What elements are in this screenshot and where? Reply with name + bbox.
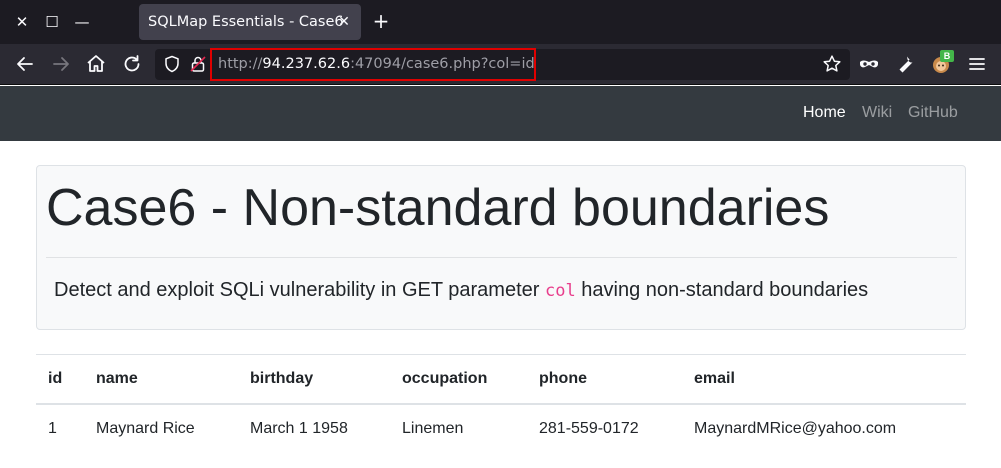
nav-link-wiki[interactable]: Wiki (862, 104, 892, 122)
forward-arrow-icon[interactable] (49, 52, 73, 76)
browser-toolbar: http://94.237.62.6:47094/case6.php?col=i… (0, 44, 1001, 85)
new-tab-icon[interactable]: + (369, 10, 393, 34)
url-scheme: http:// (218, 56, 263, 72)
cell-email: MaynardMRice@yahoo.com (694, 420, 897, 437)
page-description: Detect and exploit SQLi vulnerability in… (54, 279, 868, 302)
column-header-id: id (48, 370, 63, 387)
tab-close-icon[interactable]: ✕ (333, 11, 355, 33)
column-header-phone: phone (539, 370, 587, 387)
url-text[interactable]: http://94.237.62.6:47094/case6.php?col=i… (218, 56, 535, 72)
hamburger-menu-icon[interactable] (965, 52, 989, 76)
private-mask-icon[interactable] (857, 52, 881, 76)
divider (46, 257, 957, 258)
cell-birthday: March 1 1958 (250, 420, 348, 437)
url-path: :47094/case6.php?col=id (350, 56, 535, 72)
maximize-window-icon[interactable]: ☐ (40, 10, 64, 34)
extension-badge: B (940, 50, 954, 62)
jumbotron: Case6 - Non-standard boundaries Detect a… (36, 165, 966, 330)
nav-link-github[interactable]: GitHub (908, 104, 958, 122)
site-navbar: Home Wiki GitHub (0, 86, 1001, 141)
page-title: Case6 - Non-standard boundaries (46, 179, 830, 237)
tab-title: SQLMap Essentials - Case6 (148, 14, 344, 30)
tab-strip: ✕ ☐ — SQLMap Essentials - Case6 ✕ + (0, 0, 1001, 44)
reload-icon[interactable] (120, 52, 144, 76)
table-header-border (36, 403, 966, 405)
close-window-icon[interactable]: ✕ (10, 10, 34, 34)
table-top-border (36, 354, 966, 355)
cell-phone: 281-559-0172 (539, 420, 639, 437)
insecure-lock-icon[interactable] (189, 55, 207, 73)
description-text-start: Detect and exploit SQLi vulnerability in… (54, 279, 545, 301)
minimize-window-icon[interactable]: — (70, 10, 94, 34)
column-header-birthday: birthday (250, 370, 314, 387)
url-host: 94.237.62.6 (262, 56, 351, 72)
parameter-code: col (544, 281, 576, 301)
wrench-icon[interactable] (893, 52, 917, 76)
active-tab[interactable]: SQLMap Essentials - Case6 ✕ (139, 4, 361, 40)
column-header-email: email (694, 370, 735, 387)
cell-id: 1 (48, 420, 57, 437)
cell-name: Maynard Rice (96, 420, 195, 437)
bookmark-star-icon[interactable] (822, 54, 842, 74)
column-header-occupation: occupation (402, 370, 488, 387)
url-bar[interactable]: http://94.237.62.6:47094/case6.php?col=i… (155, 48, 850, 81)
nav-link-home[interactable]: Home (803, 104, 846, 122)
back-arrow-icon[interactable] (13, 52, 37, 76)
home-icon[interactable] (84, 52, 108, 76)
column-header-name: name (96, 370, 138, 387)
description-text-end: having non-standard boundaries (575, 279, 869, 301)
cell-occupation: Linemen (402, 420, 464, 437)
tracking-shield-icon[interactable] (163, 55, 181, 73)
